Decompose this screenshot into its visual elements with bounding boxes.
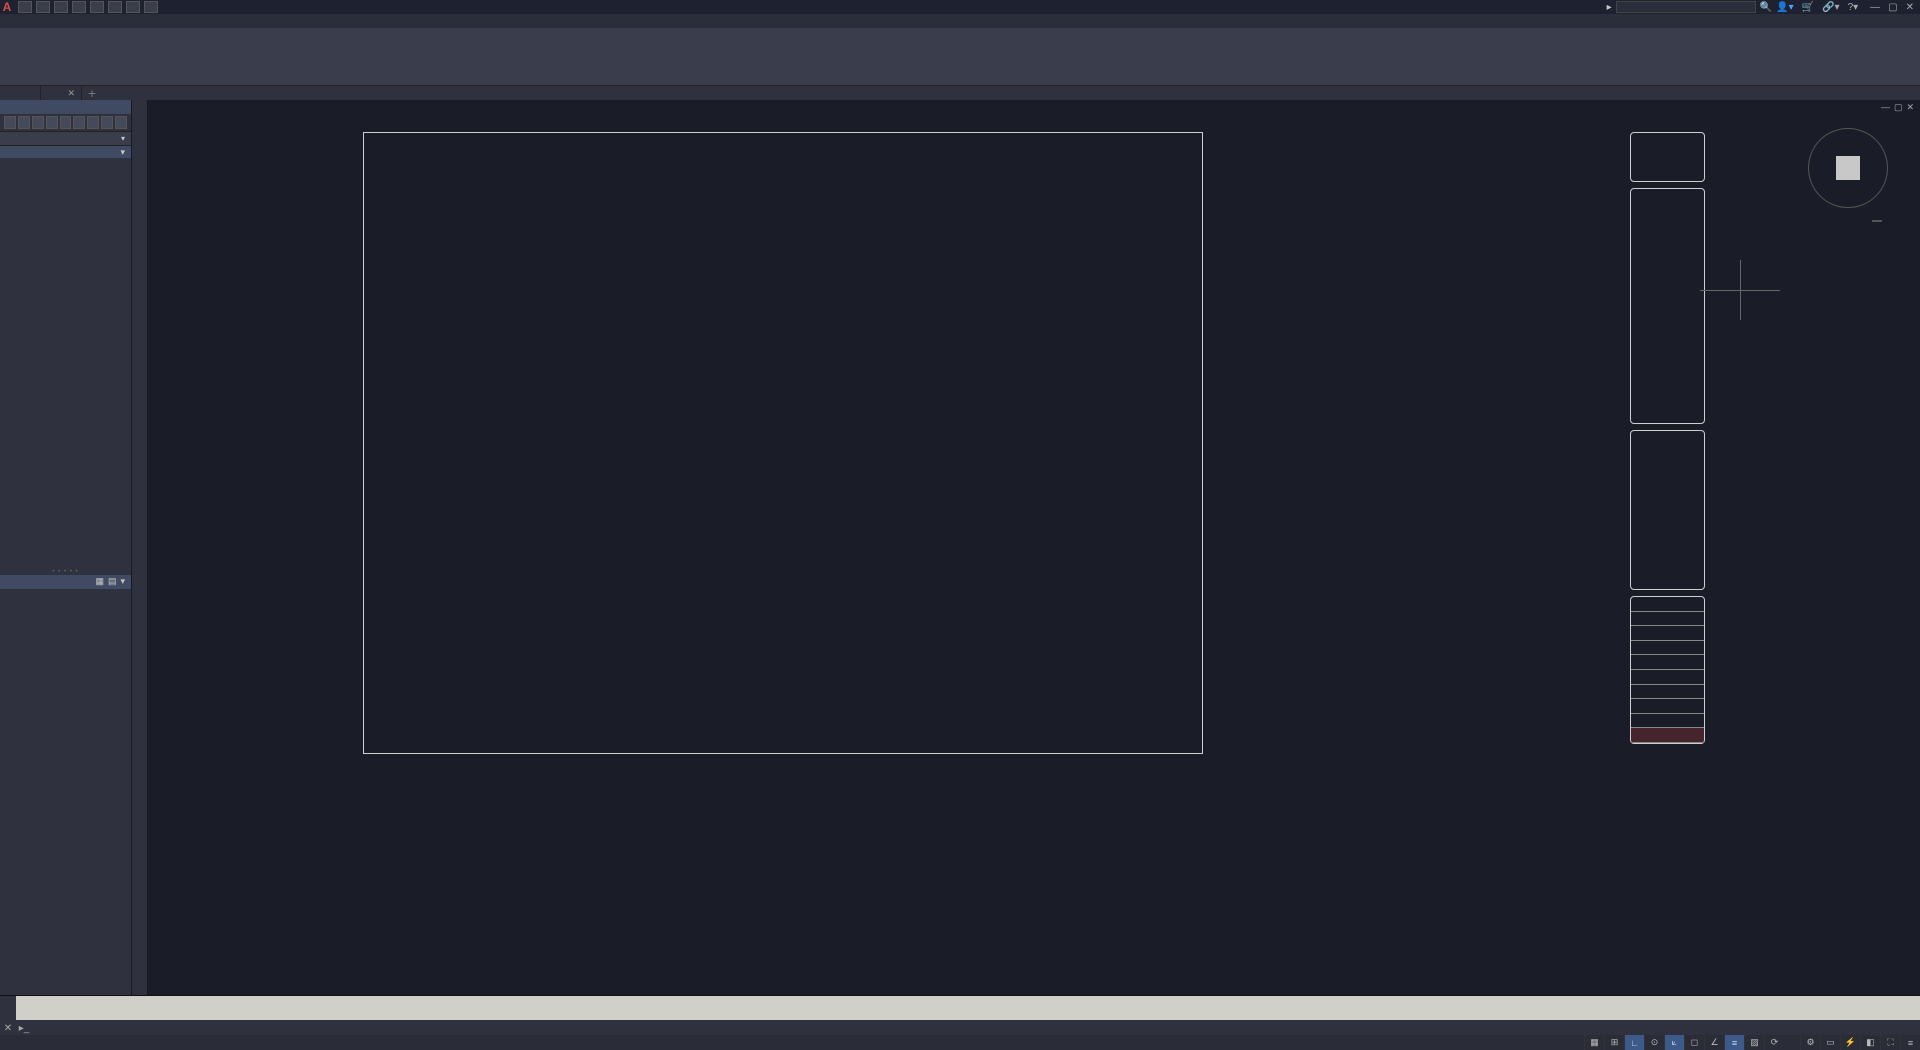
project-manager-panel: ▾ ▾ • • • • • ▦▤▾ (0, 100, 132, 995)
ortho-toggle-icon[interactable]: ∟ (1624, 1035, 1644, 1050)
title-block-mid-box (1630, 188, 1705, 424)
command-line: ✕ ▸_ (0, 995, 1920, 1035)
project-manager-title (0, 100, 131, 114)
pm-pub-icon[interactable] (87, 116, 99, 129)
infocenter-search: ▸ 🔍 👤▾ (1607, 1, 1794, 13)
side-tab-location-view[interactable] (132, 140, 147, 180)
app-exchange-icon[interactable]: 🛒 (1802, 2, 1814, 13)
command-history (16, 996, 1920, 1020)
project-tree (0, 158, 131, 569)
pm-refresh-icon[interactable] (32, 116, 44, 129)
status-bar: ▦ ⊞ ∟ ⊙ ⟀ ◻ ∠ ≡ ▨ ⟳ ⚙ ▭ ⚡ ◧ ⛶ ≡ (0, 1035, 1920, 1050)
pm-new-icon[interactable] (4, 116, 16, 129)
wcs-badge[interactable] (1872, 220, 1882, 222)
app-link-icon[interactable]: 🔗▾ (1822, 2, 1839, 13)
minimize-icon[interactable]: — (1870, 2, 1880, 13)
chevron-down-icon: ▾ (121, 134, 125, 143)
transparency-toggle-icon[interactable]: ▨ (1744, 1035, 1764, 1050)
details-section-header[interactable]: ▦ ▤▾ (0, 575, 131, 589)
monitor-icon[interactable]: ▭ (1820, 1035, 1840, 1050)
document-tabs: ✕ ＋ (0, 86, 1920, 100)
hardware-accel-icon[interactable]: ⚡ (1840, 1035, 1860, 1050)
clean-screen-icon[interactable]: ⛶ (1880, 1035, 1900, 1050)
close-icon[interactable]: ✕ (67, 88, 75, 99)
viewcube-face[interactable] (1836, 156, 1860, 180)
pm-open-icon[interactable] (18, 116, 30, 129)
add-tab-button[interactable]: ＋ (82, 86, 102, 100)
title-help-group: 🛒 🔗▾ ?▾ (1802, 2, 1859, 13)
drawing-sheet-border (363, 132, 1203, 754)
cmd-close-icon[interactable]: ✕ (0, 1020, 16, 1036)
project-combo[interactable]: ▾ (0, 132, 131, 146)
autodesk-logo-icon[interactable]: A (0, 0, 14, 14)
viewport-controls: — ▢ ✕ (148, 100, 1920, 114)
drawing-canvas[interactable]: — ▢ ✕ (148, 100, 1920, 995)
qat-save-icon[interactable] (54, 1, 68, 13)
close-icon[interactable]: ✕ (1906, 2, 1914, 13)
palette-side-tabs (132, 100, 148, 995)
pm-prev-icon[interactable] (60, 116, 72, 129)
doc-tab-electrical[interactable]: ✕ (41, 86, 82, 100)
qat-saveall-icon[interactable] (72, 1, 86, 13)
crosshair-cursor-icon (1700, 260, 1780, 320)
qat-plot-icon[interactable] (90, 1, 104, 13)
window-controls: — ▢ ✕ (1870, 2, 1914, 13)
ribbon (0, 28, 1920, 86)
cmd-prompt-icon[interactable]: ▸_ (16, 1023, 32, 1034)
pm-help-icon[interactable] (115, 116, 127, 129)
pm-task-icon[interactable] (46, 116, 58, 129)
autodesk-watermark (1630, 430, 1705, 590)
search-icon[interactable]: 🔍 (1760, 2, 1772, 13)
cycling-toggle-icon[interactable]: ⟳ (1764, 1035, 1784, 1050)
side-tab-projects[interactable] (132, 100, 147, 140)
viewcube[interactable] (1808, 128, 1888, 208)
projects-section-header[interactable]: ▾ (0, 146, 131, 158)
customize-icon[interactable]: ≡ (1900, 1035, 1920, 1050)
search-input[interactable] (1616, 1, 1756, 13)
title-bar: A ▸ 🔍 👤▾ 🛒 🔗▾ ?▾ — ▢ ✕ (0, 0, 1920, 14)
qat-redo-icon[interactable] (126, 1, 140, 13)
lineweight-toggle-icon[interactable]: ≡ (1724, 1035, 1744, 1050)
pm-next-icon[interactable] (73, 116, 85, 129)
snap-toggle-icon[interactable]: ⊞ (1604, 1035, 1624, 1050)
track-toggle-icon[interactable]: ∠ (1704, 1035, 1724, 1050)
details-list-icon[interactable]: ▦ (95, 576, 104, 587)
grid-toggle-icon[interactable]: ▦ (1584, 1035, 1604, 1050)
maximize-icon[interactable]: ▢ (1888, 2, 1897, 13)
search-chevron-icon[interactable]: ▸ (1607, 2, 1612, 13)
qat-new-icon[interactable] (18, 1, 32, 13)
qat-open-icon[interactable] (36, 1, 50, 13)
command-input[interactable] (32, 1023, 1920, 1034)
qat-more-icon[interactable] (144, 1, 158, 13)
chevron-down-icon: ▾ (120, 576, 125, 587)
qat-undo-icon[interactable] (108, 1, 122, 13)
osnap-toggle-icon[interactable]: ◻ (1684, 1035, 1704, 1050)
doc-close-icon[interactable]: ✕ (1906, 102, 1914, 113)
app-title (158, 2, 1607, 13)
title-block-logo-box (1630, 132, 1705, 182)
isolate-icon[interactable]: ◧ (1860, 1035, 1880, 1050)
doc-maximize-icon[interactable]: ▢ (1894, 102, 1903, 113)
isodraft-toggle-icon[interactable]: ⟀ (1664, 1035, 1684, 1050)
pm-opts-icon[interactable] (101, 116, 113, 129)
polar-toggle-icon[interactable]: ⊙ (1644, 1035, 1664, 1050)
project-manager-toolbar (0, 114, 131, 132)
details-thumb-icon[interactable]: ▤ (108, 576, 117, 587)
ribbon-tabs (0, 14, 1920, 28)
workspace-switch-icon[interactable]: ⚙ (1800, 1035, 1820, 1050)
help-icon[interactable]: ?▾ (1848, 2, 1859, 13)
command-input-row: ✕ ▸_ (0, 1020, 1920, 1036)
doc-minimize-icon[interactable]: — (1881, 102, 1890, 113)
signin-icon[interactable]: 👤▾ (1776, 2, 1793, 13)
main-area: ▾ ▾ • • • • • ▦▤▾ — ▢ ✕ (0, 100, 1920, 995)
doc-tab-start[interactable] (0, 86, 41, 100)
chevron-down-icon: ▾ (120, 147, 125, 158)
title-block (1630, 132, 1705, 754)
details-body (0, 589, 131, 996)
title-block-table (1630, 596, 1705, 744)
quick-access-toolbar (18, 1, 158, 13)
